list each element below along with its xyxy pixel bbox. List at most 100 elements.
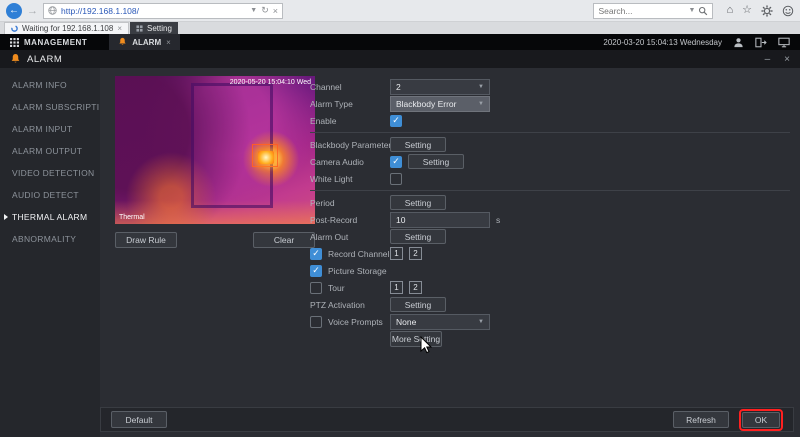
period-label: Period [310, 198, 335, 208]
browser-forward-button[interactable]: → [27, 5, 38, 17]
user-icon[interactable] [733, 37, 744, 48]
row-alarm-type: Alarm Type Blackbody Error ▼ [310, 95, 790, 112]
row-period: Period Setting [310, 194, 790, 211]
refresh-button[interactable]: Refresh [673, 411, 729, 428]
row-ptz-activation: PTZ Activation Setting [310, 296, 790, 313]
sidebar-item-alarm-info[interactable]: ALARM INFO [0, 74, 100, 96]
ptz-activation-setting-button[interactable]: Setting [390, 297, 446, 312]
voice-prompts-select[interactable]: None ▼ [390, 314, 490, 330]
camera-audio-setting-button[interactable]: Setting [408, 154, 464, 169]
search-dropdown-icon[interactable]: ▼ [689, 7, 696, 14]
picture-storage-checkbox[interactable]: ✓ [310, 265, 322, 277]
row-voice-prompts: Voice Prompts None ▼ [310, 313, 790, 330]
ok-button-highlight: OK [739, 409, 783, 431]
screen: ← → ▼ ↻ × ▼ ⌂ ☆ [0, 0, 800, 437]
post-record-input[interactable] [390, 212, 490, 228]
browser-action-icons: ⌂ ☆ [726, 5, 794, 17]
tour-channel-1-button[interactable]: 1 [390, 281, 403, 294]
gear-icon[interactable] [761, 5, 773, 17]
draw-rule-button[interactable]: Draw Rule [115, 232, 177, 248]
logout-icon[interactable] [755, 37, 767, 48]
back-arrow-icon: ← [9, 5, 19, 16]
row-enable: Enable ✓ [310, 112, 790, 129]
url-input[interactable] [61, 6, 246, 16]
channel-value: 2 [396, 82, 478, 92]
sidebar-item-audio-detect[interactable]: AUDIO DETECT [0, 184, 100, 206]
row-more-setting: More Setting [310, 330, 790, 347]
grid-menu-icon [10, 38, 19, 47]
check-icon: ✓ [392, 116, 400, 125]
search-box[interactable]: ▼ [593, 3, 713, 19]
alarm-bell-icon [10, 53, 21, 65]
sidebar-item-alarm-input[interactable]: ALARM INPUT [0, 118, 100, 140]
blackbody-parameter-setting-button[interactable]: Setting [390, 137, 446, 152]
tab-setting[interactable]: Setting [130, 22, 178, 34]
panel-window-controls: – × [765, 54, 790, 65]
record-channel-1-button[interactable]: 1 [390, 247, 403, 260]
alarm-type-value: Blackbody Error [396, 99, 478, 109]
period-setting-button[interactable]: Setting [390, 195, 446, 210]
tour-checkbox[interactable] [310, 282, 322, 294]
alarm-tab-close-icon[interactable]: × [166, 38, 171, 47]
row-tour: Tour 1 2 [310, 279, 790, 296]
camera-audio-checkbox[interactable]: ✓ [390, 156, 402, 168]
minimize-icon[interactable]: – [765, 54, 771, 65]
row-camera-audio: Camera Audio ✓ Setting [310, 153, 790, 170]
alarm-app-tab[interactable]: ALARM × [109, 34, 180, 50]
management-label: MANAGEMENT [24, 38, 87, 47]
tab-close-icon[interactable]: × [117, 24, 122, 33]
clear-button[interactable]: Clear [253, 232, 315, 248]
enable-checkbox[interactable]: ✓ [390, 115, 402, 127]
active-item-arrow-icon [4, 214, 8, 220]
sidebar-item-abnormality[interactable]: ABNORMALITY [0, 228, 100, 250]
home-icon[interactable]: ⌂ [726, 5, 733, 16]
search-icon[interactable] [698, 6, 708, 16]
alarm-type-select[interactable]: Blackbody Error ▼ [390, 96, 490, 112]
favorites-star-icon[interactable]: ☆ [742, 5, 752, 16]
sidebar-item-alarm-subscription[interactable]: ALARM SUBSCRIPTI... [0, 96, 100, 118]
tour-label: Tour [328, 283, 345, 293]
white-light-checkbox[interactable] [390, 173, 402, 185]
voice-prompts-value: None [396, 317, 478, 327]
record-channel-label: Record Channel [328, 249, 389, 259]
channel-select[interactable]: 2 ▼ [390, 79, 490, 95]
thermal-video-preview[interactable]: 2020-05-20 15:04:10 Wed Thermal [115, 76, 315, 224]
mouse-cursor [420, 336, 432, 354]
browser-back-button[interactable]: ← [6, 3, 22, 19]
alarm-tab-label: ALARM [132, 38, 161, 47]
chevron-down-icon: ▼ [478, 84, 484, 90]
sidebar-item-label: THERMAL ALARM [12, 212, 87, 222]
alarm-out-setting-button[interactable]: Setting [390, 229, 446, 244]
search-input[interactable] [598, 6, 685, 16]
sidebar-item-video-detection[interactable]: VIDEO DETECTION [0, 162, 100, 184]
blackbody-hotspot [258, 151, 274, 164]
post-record-label: Post-Record [310, 215, 357, 225]
check-icon: ✓ [392, 157, 400, 166]
default-button[interactable]: Default [111, 411, 167, 428]
record-channel-checkbox[interactable]: ✓ [310, 248, 322, 260]
feedback-smiley-icon[interactable] [782, 5, 794, 17]
close-icon[interactable]: × [784, 54, 790, 65]
sidebar-item-thermal-alarm[interactable]: THERMAL ALARM [0, 206, 100, 228]
row-record-channel: ✓ Record Channel 1 2 [310, 245, 790, 262]
tab-waiting[interactable]: Waiting for 192.168.1.108 × [4, 22, 129, 34]
voice-prompts-checkbox[interactable] [310, 316, 322, 328]
voice-prompts-label: Voice Prompts [328, 317, 383, 327]
white-light-label: White Light [310, 174, 353, 184]
management-tab[interactable]: MANAGEMENT [0, 38, 97, 47]
stop-icon[interactable]: × [273, 6, 278, 16]
main-content: 2020-05-20 15:04:10 Wed Thermal Draw Rul… [100, 68, 800, 437]
ok-button[interactable]: OK [742, 412, 780, 428]
panel-title-bar: ALARM – × [0, 50, 800, 68]
address-bar[interactable]: ▼ ↻ × [43, 3, 283, 19]
sidebar-item-alarm-output[interactable]: ALARM OUTPUT [0, 140, 100, 162]
globe-icon [48, 6, 57, 15]
more-setting-button[interactable]: More Setting [390, 331, 442, 347]
url-dropdown-icon[interactable]: ▼ [250, 7, 257, 14]
tour-channel-2-button[interactable]: 2 [409, 281, 422, 294]
monitor-icon[interactable] [778, 37, 790, 48]
record-channel-2-button[interactable]: 2 [409, 247, 422, 260]
refresh-icon[interactable]: ↻ [261, 5, 269, 16]
ptz-activation-label: PTZ Activation [310, 300, 365, 310]
enable-label: Enable [310, 116, 336, 126]
